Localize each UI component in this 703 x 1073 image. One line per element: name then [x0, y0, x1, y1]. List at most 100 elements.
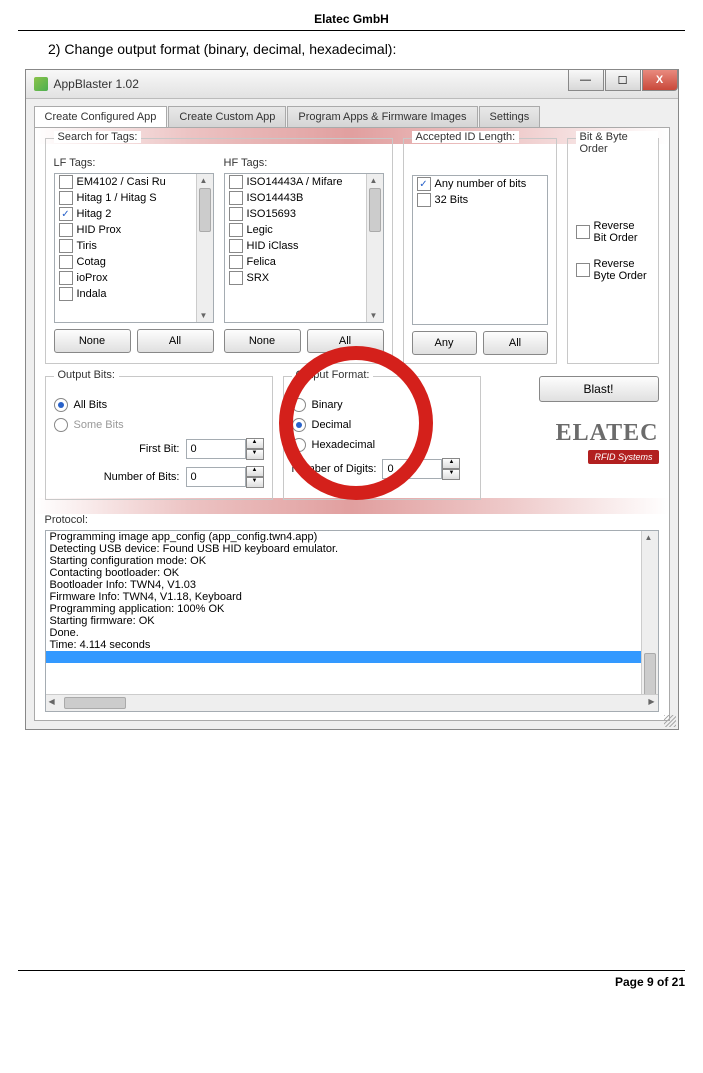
list-item[interactable]: 32 Bits: [413, 192, 547, 208]
radio-icon[interactable]: [54, 398, 68, 412]
list-item[interactable]: ioProx: [55, 270, 213, 286]
tab-create-configured-app[interactable]: Create Configured App: [34, 106, 168, 128]
list-item[interactable]: ISO15693: [225, 206, 383, 222]
accepted-any-button[interactable]: Any: [412, 331, 477, 355]
num-digits-spinner[interactable]: ▲▼: [382, 458, 460, 480]
lf-tags-list[interactable]: EM4102 / Casi RuHitag 1 / Hitag S✓ Hitag …: [54, 173, 214, 323]
tab-create-custom-app[interactable]: Create Custom App: [168, 106, 286, 128]
num-bits-input[interactable]: [186, 467, 246, 487]
list-item-label: Indala: [77, 288, 107, 300]
checkbox-icon[interactable]: [59, 191, 73, 205]
list-item[interactable]: ISO14443B: [225, 190, 383, 206]
list-item-label: ioProx: [77, 272, 108, 284]
protocol-box[interactable]: Programming image app_config (app_config…: [45, 530, 659, 712]
checkbox-icon[interactable]: [229, 223, 243, 237]
binary-row[interactable]: Binary: [292, 395, 472, 415]
list-item[interactable]: Felica: [225, 254, 383, 270]
tab-bar: Create Configured App Create Custom App …: [26, 99, 678, 127]
checkbox-icon[interactable]: [59, 223, 73, 237]
scrollbar[interactable]: [641, 531, 658, 711]
radio-icon[interactable]: [292, 418, 306, 432]
up-icon[interactable]: ▲: [442, 458, 460, 469]
checkbox-icon[interactable]: ✓: [417, 177, 431, 191]
all-bits-row[interactable]: All Bits: [54, 395, 264, 415]
hf-all-button[interactable]: All: [307, 329, 384, 353]
list-item[interactable]: ✓ Hitag 2: [55, 206, 213, 222]
radio-icon[interactable]: [292, 398, 306, 412]
hex-row[interactable]: Hexadecimal: [292, 435, 472, 455]
down-icon[interactable]: ▼: [246, 449, 264, 460]
decimal-label: Decimal: [312, 419, 352, 431]
reverse-bit-row[interactable]: Reverse Bit Order: [576, 217, 650, 247]
binary-label: Binary: [312, 399, 343, 411]
radio-icon[interactable]: [292, 438, 306, 452]
list-item-label: Tiris: [77, 240, 97, 252]
lf-all-button[interactable]: All: [137, 329, 214, 353]
list-item[interactable]: SRX: [225, 270, 383, 286]
titlebar[interactable]: AppBlaster 1.02 — ☐ X: [26, 70, 678, 99]
num-bits-spinner[interactable]: ▲▼: [186, 466, 264, 488]
accepted-all-button[interactable]: All: [483, 331, 548, 355]
protocol-line: Done.: [46, 627, 658, 639]
num-digits-input[interactable]: [382, 459, 442, 479]
blast-button[interactable]: Blast!: [539, 376, 659, 402]
up-icon[interactable]: ▲: [246, 466, 264, 477]
list-item-label: HID iClass: [247, 240, 299, 252]
lf-none-button[interactable]: None: [54, 329, 131, 353]
checkbox-icon[interactable]: [229, 191, 243, 205]
checkbox-icon[interactable]: [229, 239, 243, 253]
hf-tags-list[interactable]: ISO14443A / MifareISO14443BISO15693Legic…: [224, 173, 384, 323]
protocol-selection[interactable]: [46, 651, 658, 663]
list-item[interactable]: Tiris: [55, 238, 213, 254]
list-item-label: Felica: [247, 256, 276, 268]
some-bits-label: Some Bits: [74, 419, 124, 431]
hf-none-button[interactable]: None: [224, 329, 301, 353]
down-icon[interactable]: ▼: [442, 469, 460, 480]
list-item[interactable]: ISO14443A / Mifare: [225, 174, 383, 190]
first-bit-input[interactable]: [186, 439, 246, 459]
accepted-list[interactable]: ✓Any number of bits32 Bits: [412, 175, 548, 325]
some-bits-row[interactable]: Some Bits: [54, 415, 264, 435]
checkbox-icon[interactable]: ✓: [59, 207, 73, 221]
checkbox-icon[interactable]: [229, 207, 243, 221]
app-icon: [34, 77, 48, 91]
close-button[interactable]: X: [642, 70, 678, 91]
list-item[interactable]: ✓Any number of bits: [413, 176, 547, 192]
decimal-row[interactable]: Decimal: [292, 415, 472, 435]
checkbox-icon[interactable]: [229, 271, 243, 285]
list-item[interactable]: Cotag: [55, 254, 213, 270]
scrollbar[interactable]: [366, 174, 383, 322]
checkbox-icon[interactable]: [59, 255, 73, 269]
maximize-button[interactable]: ☐: [605, 70, 641, 91]
checkbox-icon[interactable]: [59, 239, 73, 253]
checkbox-icon[interactable]: [59, 271, 73, 285]
list-item[interactable]: HID iClass: [225, 238, 383, 254]
list-item[interactable]: EM4102 / Casi Ru: [55, 174, 213, 190]
list-item[interactable]: HID Prox: [55, 222, 213, 238]
list-item[interactable]: Hitag 1 / Hitag S: [55, 190, 213, 206]
up-icon[interactable]: ▲: [246, 438, 264, 449]
tab-settings[interactable]: Settings: [479, 106, 541, 128]
minimize-button[interactable]: —: [568, 70, 604, 91]
checkbox-icon[interactable]: [229, 255, 243, 269]
h-scrollbar[interactable]: [46, 694, 658, 711]
resize-grip[interactable]: [664, 715, 676, 727]
reverse-byte-row[interactable]: Reverse Byte Order: [576, 255, 650, 285]
checkbox-icon[interactable]: [576, 225, 590, 239]
list-item[interactable]: Legic: [225, 222, 383, 238]
checkbox-icon[interactable]: [229, 175, 243, 189]
first-bit-label: First Bit:: [139, 443, 179, 455]
radio-icon[interactable]: [54, 418, 68, 432]
hex-label: Hexadecimal: [312, 439, 376, 451]
list-item[interactable]: Indala: [55, 286, 213, 302]
checkbox-icon[interactable]: [59, 287, 73, 301]
protocol-line: Time: 4.114 seconds: [46, 639, 658, 651]
scrollbar[interactable]: [196, 174, 213, 322]
down-icon[interactable]: ▼: [246, 477, 264, 488]
first-bit-spinner[interactable]: ▲▼: [186, 438, 264, 460]
checkbox-icon[interactable]: [417, 193, 431, 207]
tab-program-apps[interactable]: Program Apps & Firmware Images: [287, 106, 477, 128]
list-item-label: Hitag 2: [77, 208, 112, 220]
checkbox-icon[interactable]: [59, 175, 73, 189]
checkbox-icon[interactable]: [576, 263, 590, 277]
